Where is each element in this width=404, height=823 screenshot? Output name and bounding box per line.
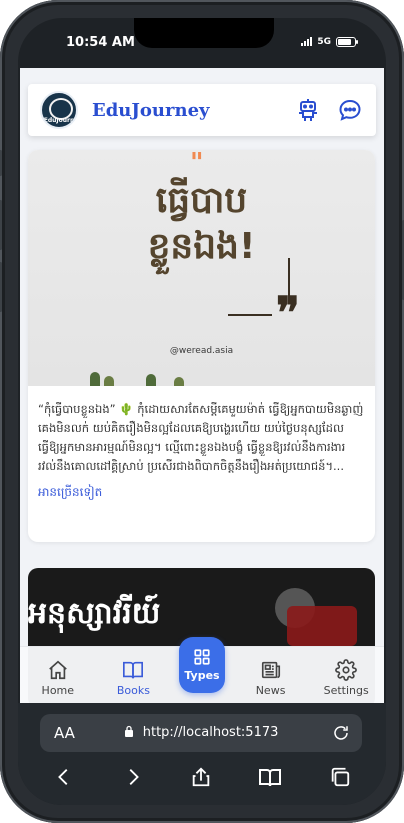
newspaper-icon — [261, 661, 280, 679]
nav-books-label: Books — [116, 684, 150, 697]
back-icon[interactable] — [53, 765, 75, 793]
tabs-icon[interactable] — [329, 765, 351, 793]
nav-books[interactable]: Books — [103, 659, 163, 697]
robot-icon[interactable] — [294, 96, 322, 124]
post-image-2-object — [287, 606, 357, 646]
post-image[interactable]: " ធ្វើបាប ខ្លួនឯង! ❞ @weread.asia — [28, 150, 375, 386]
forward-icon[interactable] — [122, 765, 144, 793]
post-text: “កុំធ្វើបាបខ្លួនឯង” 🌵 កុំដោយសារតែសម្តីគេ… — [38, 402, 364, 473]
nav-settings[interactable]: Settings — [316, 659, 376, 697]
reload-icon[interactable] — [332, 723, 350, 747]
browser-toolbar: AA http://localhost:5173 — [18, 703, 386, 805]
signal-icon — [301, 37, 313, 46]
nav-home-label: Home — [41, 684, 75, 697]
cactus-decor — [104, 376, 114, 386]
app-header: EduJourn EduJourney — [28, 84, 376, 136]
bottom-nav: Home Books Types News Settings — [20, 637, 384, 703]
cactus-decor — [90, 372, 100, 386]
notch — [134, 18, 274, 48]
gear-icon — [335, 659, 358, 681]
nav-home[interactable]: Home — [28, 659, 88, 697]
url-text: http://localhost:5173 — [142, 725, 279, 740]
nav-settings-label: Settings — [323, 684, 369, 697]
bookmarks-icon[interactable] — [258, 765, 282, 793]
status-bar: 10:54 AM 5G — [18, 18, 386, 68]
screen: 10:54 AM 5G EduJourn EduJourney " ធ្វើបា… — [18, 18, 386, 805]
post-2-title: អនុស្សាវរីយ៍ — [28, 596, 161, 631]
home-icon — [48, 660, 67, 680]
share-icon[interactable] — [190, 765, 212, 793]
app-logo[interactable]: EduJourn — [40, 91, 78, 129]
brand-title[interactable]: EduJourney — [92, 100, 280, 121]
app-viewport: EduJourn EduJourney " ធ្វើបាប ខ្លួនឯង! ❞… — [20, 68, 384, 703]
cactus-decor — [146, 374, 156, 386]
image-site-label: @weread.asia — [169, 346, 234, 356]
nav-types[interactable]: Types — [178, 637, 225, 693]
cactus-decor — [174, 377, 184, 386]
image-title-line1: ធ្វើបាប — [155, 180, 248, 221]
read-more-link[interactable]: អានច្រើនទៀត — [28, 476, 375, 510]
network-label: 5G — [317, 37, 331, 47]
image-title: ធ្វើបាប ខ្លួនឯង! — [28, 178, 375, 270]
grid-icon — [194, 649, 210, 665]
mute-switch — [0, 150, 2, 176]
volume-up-button — [0, 200, 2, 250]
chat-icon[interactable] — [336, 96, 364, 124]
status-time: 10:54 AM — [66, 35, 135, 50]
address-bar[interactable]: AA http://localhost:5173 — [40, 714, 362, 752]
battery-icon — [336, 37, 358, 47]
nav-types-label: Types — [184, 669, 220, 682]
phone-frame: 10:54 AM 5G EduJourn EduJourney " ធ្វើបា… — [0, 0, 404, 823]
lock-icon — [124, 725, 134, 741]
browser-nav-tools — [18, 765, 386, 793]
image-title-line2: ខ្លួនឯង! — [147, 226, 256, 267]
close-quote-icon: ❞ — [276, 288, 300, 339]
post-card[interactable]: " ធ្វើបាប ខ្លួនឯង! ❞ @weread.asia “កុំធ្… — [28, 150, 375, 542]
book-open-icon — [123, 661, 144, 679]
volume-down-button — [0, 262, 2, 312]
nav-news[interactable]: News — [241, 659, 301, 697]
status-indicators: 5G — [301, 37, 358, 47]
logo-text: EduJourn — [43, 117, 75, 124]
image-quote-mark: " — [190, 150, 204, 178]
decor-line-horizontal — [228, 314, 272, 316]
url-display[interactable]: http://localhost:5173 — [40, 725, 362, 741]
nav-news-label: News — [255, 684, 286, 697]
